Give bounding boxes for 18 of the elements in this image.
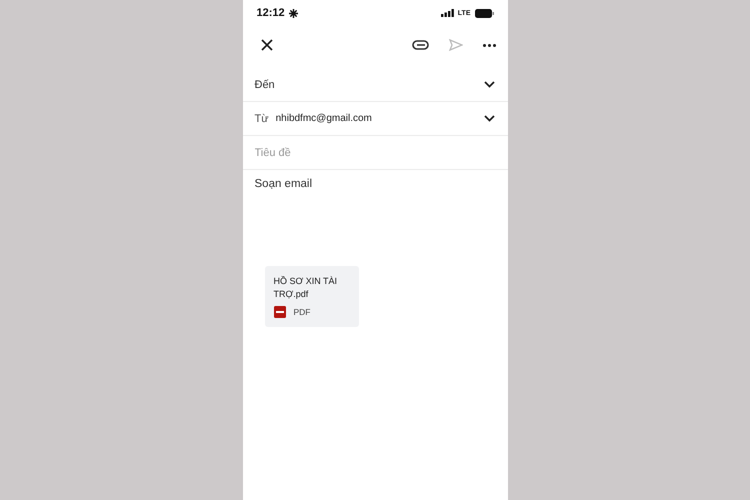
file-type: PDF: [294, 307, 310, 318]
chevron-down-icon[interactable]: [484, 115, 494, 122]
to-label: Đến: [254, 78, 275, 90]
attachment-name: HỒ SƠ XIN TÀI TRỢ.pdf: [274, 275, 338, 302]
status-time: 12:12: [256, 7, 285, 19]
send-icon: [448, 39, 462, 51]
close-icon: [260, 39, 272, 51]
from-label: Từ: [254, 112, 269, 124]
paperclip-icon: [412, 40, 428, 50]
from-email: nhibdfmc@gmail.com: [276, 113, 372, 124]
pdf-file-icon: [274, 306, 286, 318]
signal-icon: [440, 9, 454, 17]
attachment-card[interactable]: HỒ SƠ XIN TÀI TRỢ.pdf PDF: [264, 266, 358, 328]
battery-icon: [474, 8, 494, 18]
more-icon: [482, 44, 496, 46]
snowflake-icon: [288, 8, 298, 18]
chevron-down-icon[interactable]: [484, 81, 494, 88]
subject-field[interactable]: Tiêu đề: [254, 146, 494, 158]
